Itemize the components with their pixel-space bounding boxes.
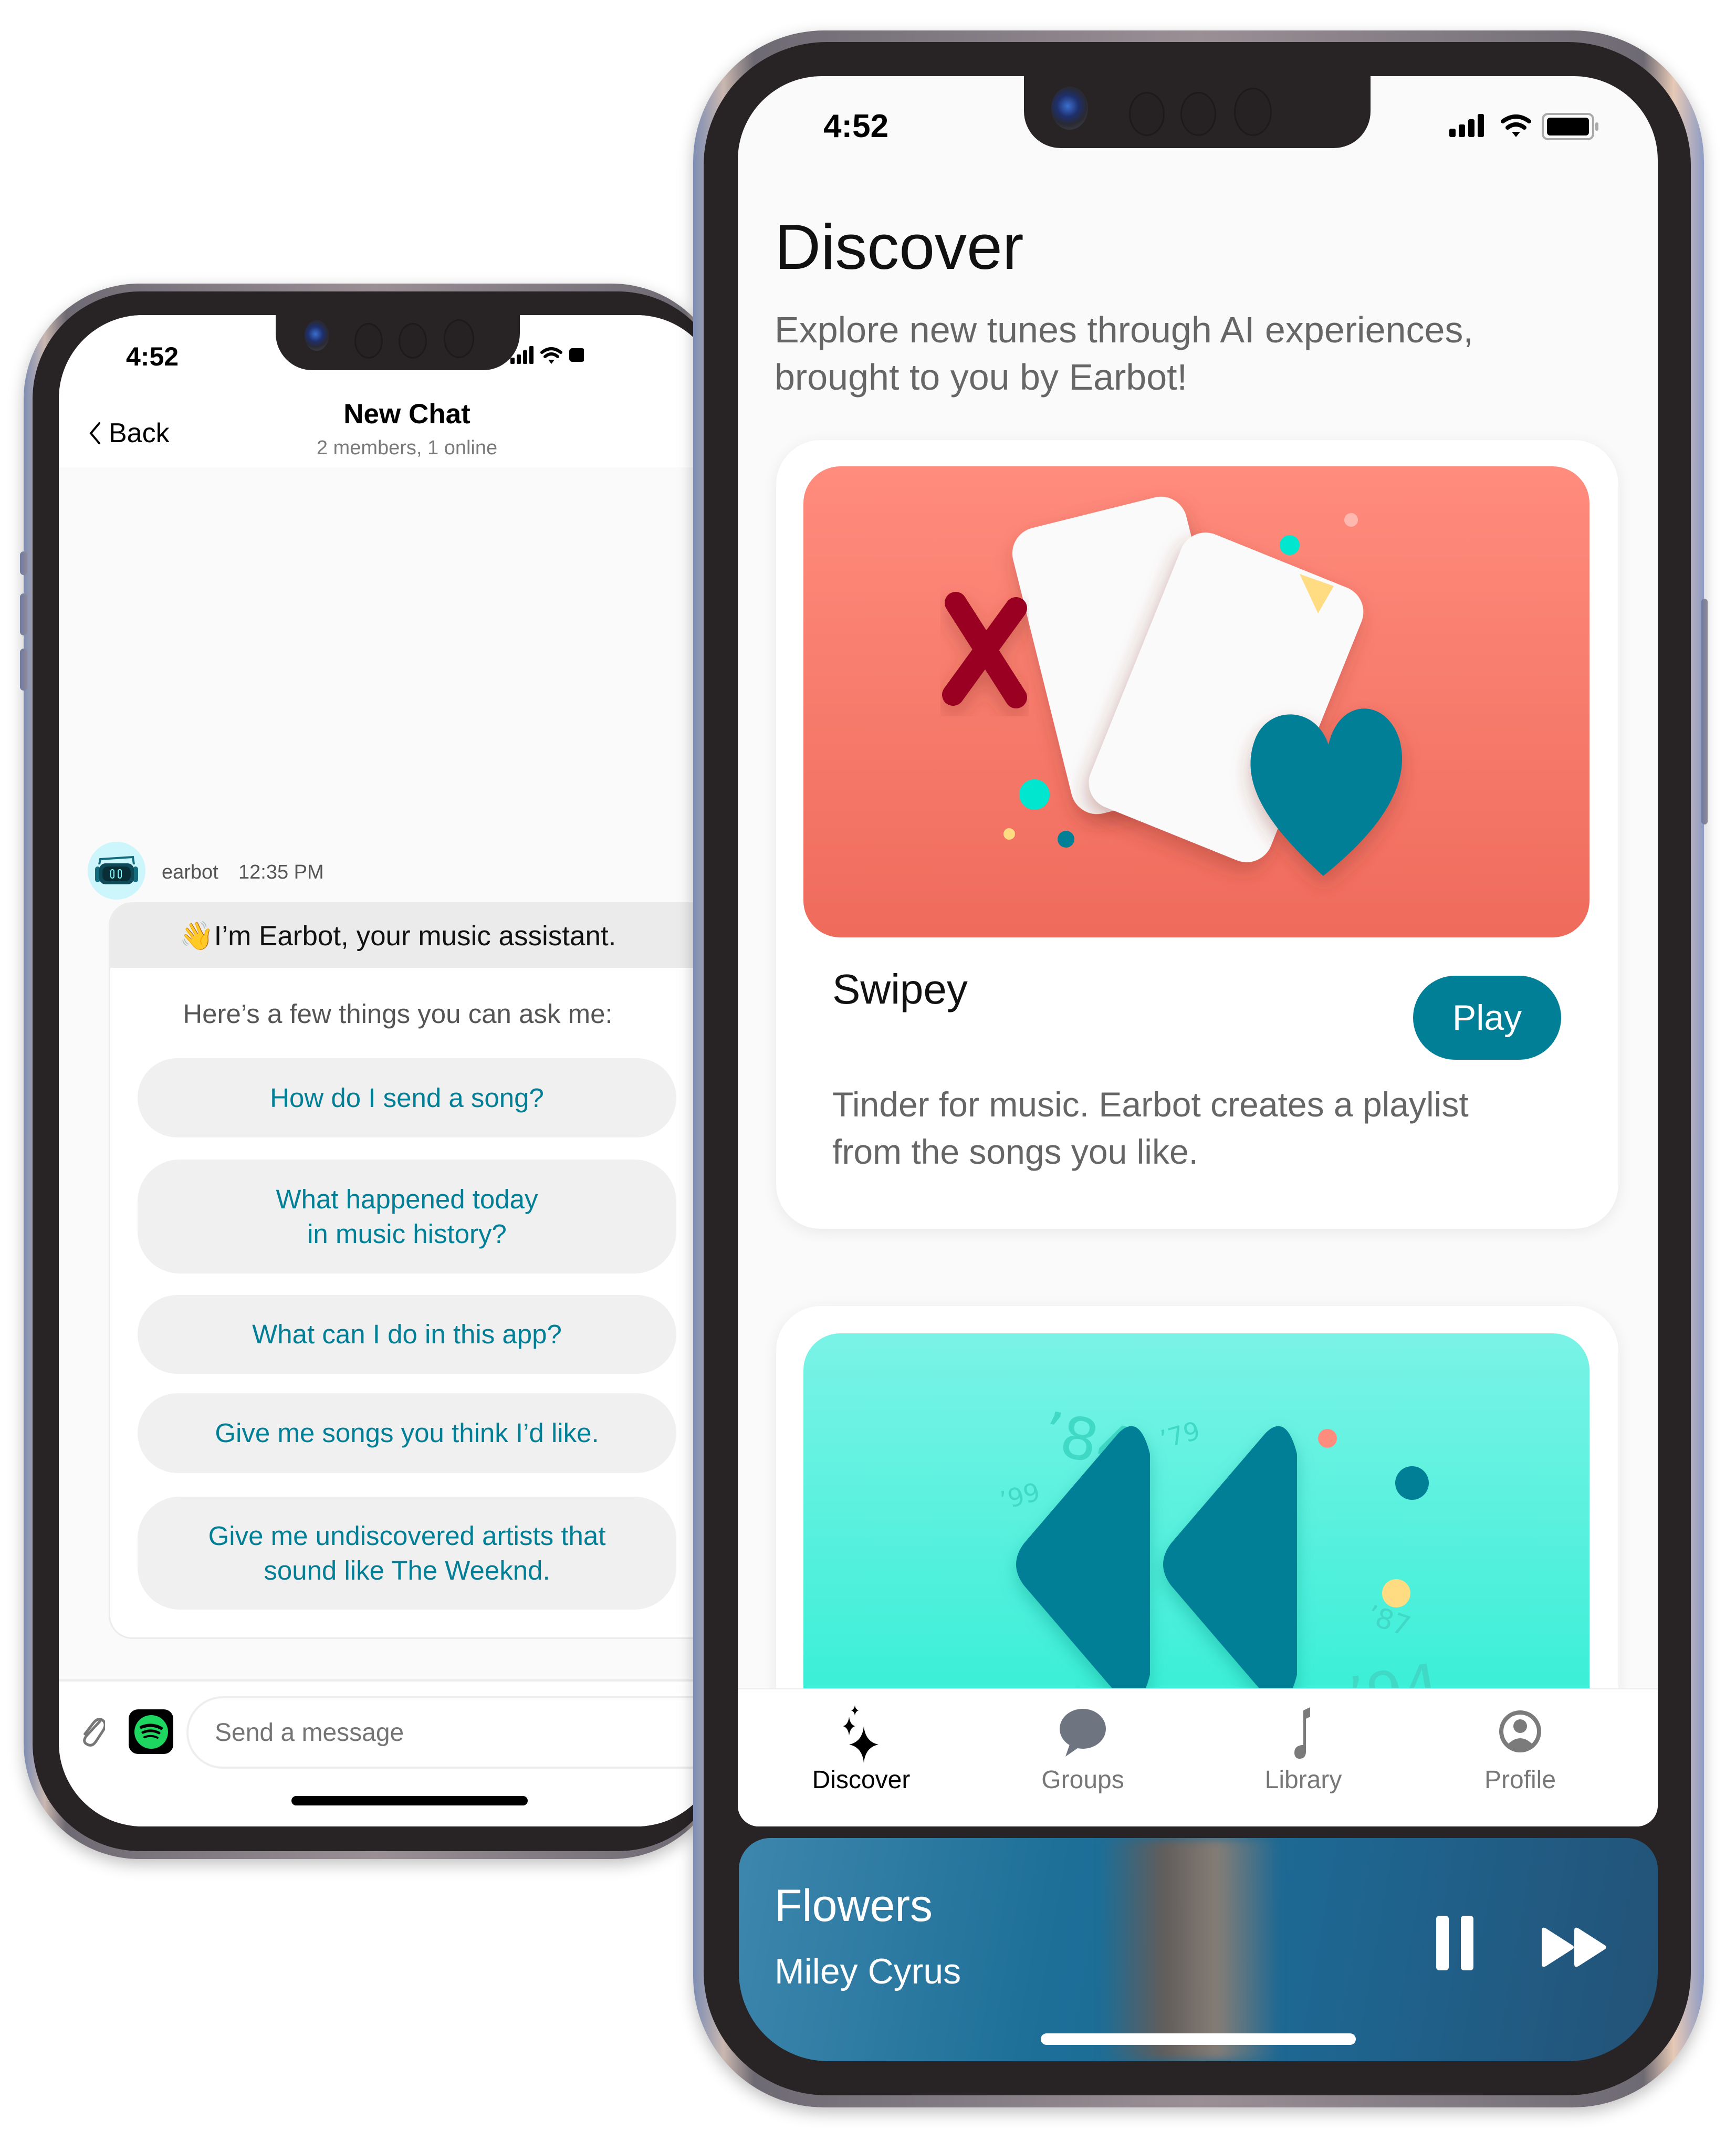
notch (276, 315, 520, 370)
volume-up-button (20, 593, 27, 635)
skip-forward-button[interactable] (1540, 1926, 1608, 1968)
pause-icon (1436, 1916, 1473, 1970)
now-playing-bar[interactable]: Flowers Miley Cyrus (739, 1838, 1658, 2061)
tab-label: Discover (812, 1766, 911, 1794)
suggestion-pill[interactable]: What happened today in music history? (138, 1160, 676, 1273)
fast-forward-icon (1542, 1927, 1606, 1967)
spotify-icon (134, 1715, 168, 1749)
chat-screen: 4:52 Back New Chat 2 members, 1 online e… (59, 315, 720, 1826)
cellular-signal-icon (1449, 114, 1484, 137)
status-icons (1449, 113, 1607, 147)
message-sender: earbot (162, 861, 218, 883)
message-input[interactable] (186, 1696, 720, 1769)
chat-title: New Chat (343, 399, 470, 430)
artist-name: Miley Cyrus (775, 1951, 961, 1991)
confetti-dot (1382, 1579, 1410, 1607)
tab-label: Groups (1041, 1766, 1124, 1794)
confetti-dot (1318, 1429, 1337, 1448)
chat-subtitle: 2 members, 1 online (316, 437, 498, 459)
wifi-icon (1501, 114, 1531, 130)
discover-screen: 4:52 Discover Explore new tunes through … (738, 76, 1658, 1826)
status-icons (510, 344, 585, 368)
page-subtitle-line1: Explore new tunes through AI experiences… (775, 309, 1473, 350)
spotify-button[interactable] (129, 1709, 173, 1754)
confetti-dot (1003, 828, 1015, 840)
battery-icon (569, 348, 585, 362)
page-title: Discover (775, 211, 1024, 283)
wifi-icon (540, 347, 562, 358)
experience-title: Swipey (832, 966, 968, 1012)
tab-library[interactable]: Library (1225, 1705, 1382, 1794)
battery-icon (1542, 113, 1598, 140)
home-indicator (291, 1796, 528, 1805)
tab-discover[interactable]: Discover (782, 1705, 940, 1794)
tab-profile[interactable]: Profile (1441, 1705, 1599, 1794)
confetti-dot (1280, 535, 1300, 555)
suggestion-pill[interactable]: Give me songs you think I’d like. (138, 1393, 676, 1473)
tab-label: Profile (1484, 1766, 1556, 1794)
message-timestamp: 12:35 PM (238, 861, 324, 883)
experience-description: Tinder for music. Earbot creates a playl… (832, 1085, 1469, 1171)
page-subtitle-line2: brought to you by Earbot! (775, 357, 1188, 398)
year-label: ’87 (1363, 1600, 1414, 1643)
greeting-text: 👋I’m Earbot, your music assistant. (179, 921, 616, 952)
tab-groups[interactable]: Groups (1004, 1705, 1162, 1794)
prompt-intro: Here’s a few things you can ask me: (183, 999, 613, 1029)
boombox-robot-icon (95, 855, 138, 884)
notch (1024, 76, 1371, 148)
front-camera (305, 320, 329, 351)
mute-switch (20, 551, 27, 575)
song-title: Flowers (775, 1881, 933, 1931)
like-heart-icon (1250, 708, 1403, 876)
chat-bubble-icon (1060, 1709, 1106, 1757)
tab-label: Library (1264, 1766, 1342, 1794)
paperclip-icon (83, 1718, 107, 1747)
confetti-dot (1395, 1466, 1429, 1500)
home-indicator (1041, 2033, 1356, 2045)
power-button (1701, 599, 1708, 824)
reject-x-icon (942, 592, 1027, 708)
attach-button[interactable] (82, 1712, 107, 1751)
profile-icon (1499, 1710, 1541, 1752)
swipey-illustration (803, 466, 1589, 937)
pause-button[interactable] (1435, 1914, 1482, 1972)
volume-down-button (20, 649, 27, 691)
music-note-icon (1294, 1707, 1310, 1759)
experience-card-swipey[interactable]: Swipey Play Tinder for music. Earbot cre… (776, 440, 1618, 1229)
status-time: 4:52 (126, 342, 179, 371)
play-button[interactable]: Play (1413, 976, 1561, 1060)
suggestion-pill[interactable]: What can I do in this app? (138, 1295, 676, 1374)
wave-emoji-icon: 👋 (179, 921, 214, 952)
year-label: ’99 (997, 1477, 1043, 1516)
status-time: 4:52 (823, 108, 889, 144)
confetti-dot (1058, 831, 1074, 848)
suggestion-pill[interactable]: How do I send a song? (138, 1058, 676, 1137)
confetti-dot (1019, 779, 1050, 810)
suggestion-pill[interactable]: Give me undiscovered artists that sound … (138, 1497, 676, 1610)
album-art-blur (1101, 1838, 1280, 2061)
tab-bar: Discover Groups Library Profile (738, 1688, 1658, 1826)
confetti-dot (1344, 513, 1358, 527)
earbot-avatar[interactable] (88, 842, 145, 900)
sparkles-icon (843, 1705, 879, 1763)
front-camera (1051, 87, 1088, 130)
year-label: ’79 (1157, 1416, 1203, 1455)
